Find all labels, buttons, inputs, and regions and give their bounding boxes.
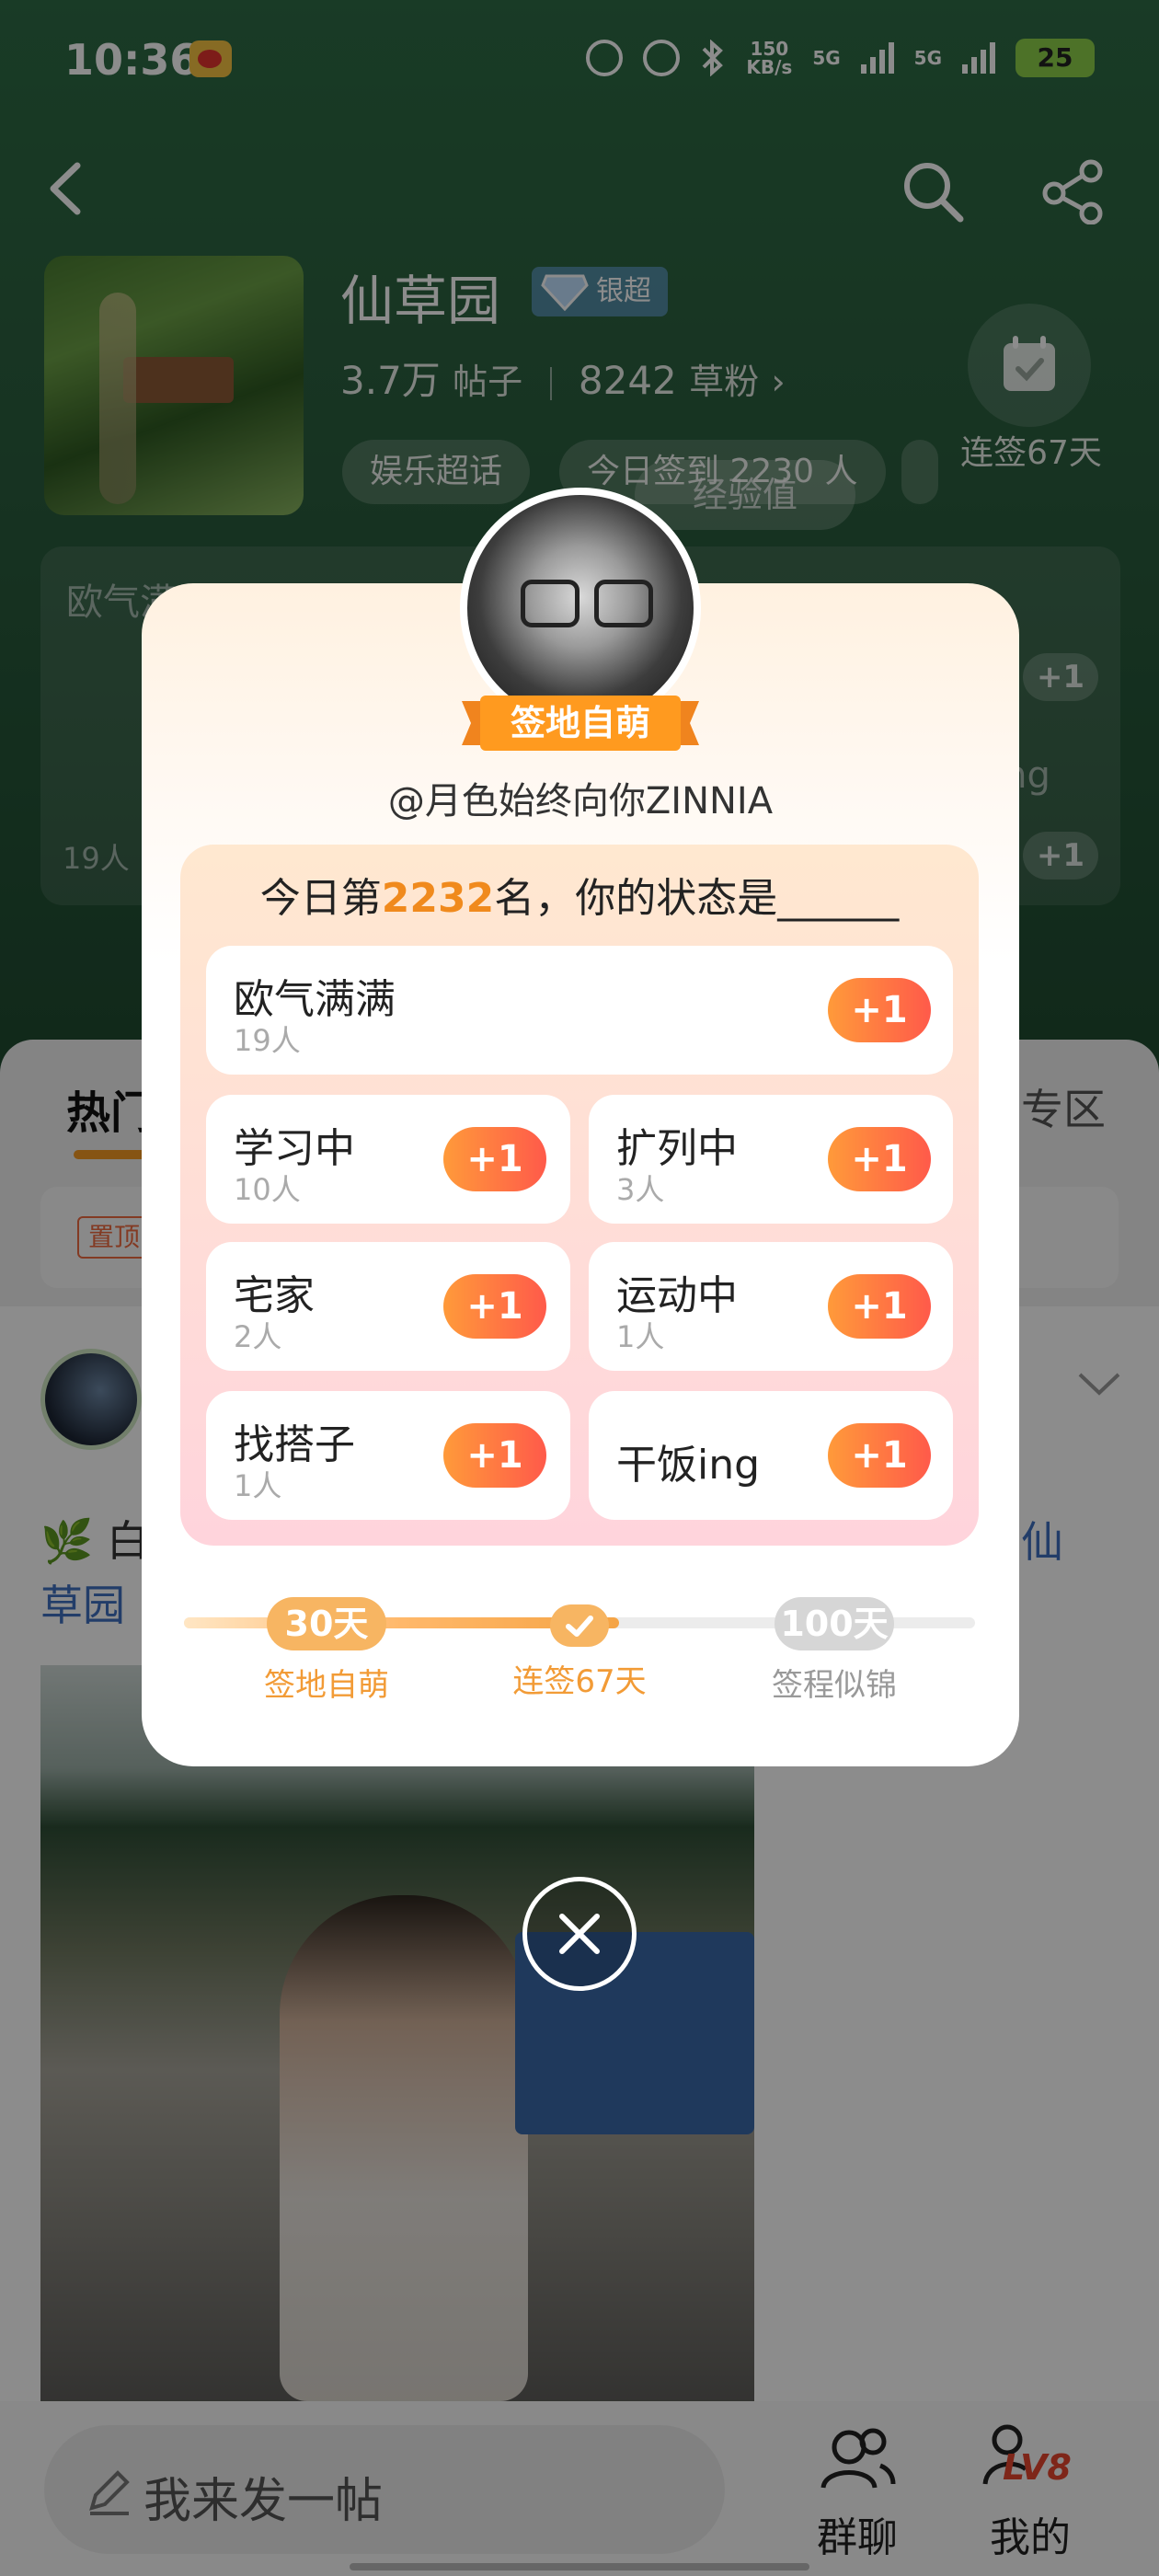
plus-one-button[interactable]: +1 (828, 1423, 931, 1488)
milestone-100-days: 100天 (775, 1597, 894, 1650)
username: @月色始终向你ZINNIA (387, 780, 774, 822)
check-icon (566, 1616, 593, 1637)
option-label: 运动中 (616, 1272, 738, 1319)
question-suffix: 名，你的状态是______ (494, 875, 900, 922)
option-label: 扩列中 (616, 1125, 738, 1172)
milestone-label-2: 连签67天 (512, 1663, 647, 1700)
status-option-home[interactable]: 宅家 2人 +1 (206, 1242, 570, 1371)
option-label: 欧气满满 (234, 976, 396, 1023)
plus-one-button[interactable]: +1 (443, 1274, 546, 1339)
option-count: 3人 (616, 1172, 665, 1207)
option-label: 找搭子 (234, 1421, 355, 1468)
status-option-making-friends[interactable]: 扩列中 3人 +1 (589, 1095, 953, 1224)
current-streak-marker (550, 1604, 609, 1647)
plus-one-button[interactable]: +1 (443, 1423, 546, 1488)
option-count: 1人 (616, 1319, 665, 1354)
rank-ribbon: 签地自萌 (462, 692, 699, 754)
status-option-eating[interactable]: 干饭ing +1 (589, 1391, 953, 1520)
status-option-find-partner[interactable]: 找搭子 1人 +1 (206, 1391, 570, 1520)
option-label: 干饭ing (616, 1442, 761, 1489)
option-label: 学习中 (234, 1125, 355, 1172)
plus-one-button[interactable]: +1 (443, 1127, 546, 1191)
plus-one-button[interactable]: +1 (828, 1274, 931, 1339)
option-count: 10人 (234, 1172, 301, 1207)
option-count: 19人 (234, 1023, 301, 1058)
status-option-lucky[interactable]: 欧气满满 19人 +1 (206, 946, 953, 1075)
rank-number: 2232 (381, 875, 495, 922)
status-option-studying[interactable]: 学习中 10人 +1 (206, 1095, 570, 1224)
question-prefix: 今日第 (259, 875, 382, 922)
plus-one-button[interactable]: +1 (828, 978, 931, 1042)
option-count: 2人 (234, 1319, 282, 1354)
close-icon (559, 1914, 600, 1954)
option-count: 1人 (234, 1468, 282, 1503)
milestone-label-1: 签地自萌 (264, 1667, 389, 1704)
option-label: 宅家 (234, 1272, 315, 1319)
status-option-exercising[interactable]: 运动中 1人 +1 (589, 1242, 953, 1371)
plus-one-button[interactable]: +1 (828, 1127, 931, 1191)
status-question: 今日第2232名，你的状态是______ (180, 865, 979, 924)
milestone-30-days: 30天 (267, 1597, 386, 1650)
close-button[interactable] (522, 1877, 637, 1991)
rank-title: 签地自萌 (510, 703, 650, 743)
milestone-label-3: 签程似锦 (772, 1667, 897, 1704)
